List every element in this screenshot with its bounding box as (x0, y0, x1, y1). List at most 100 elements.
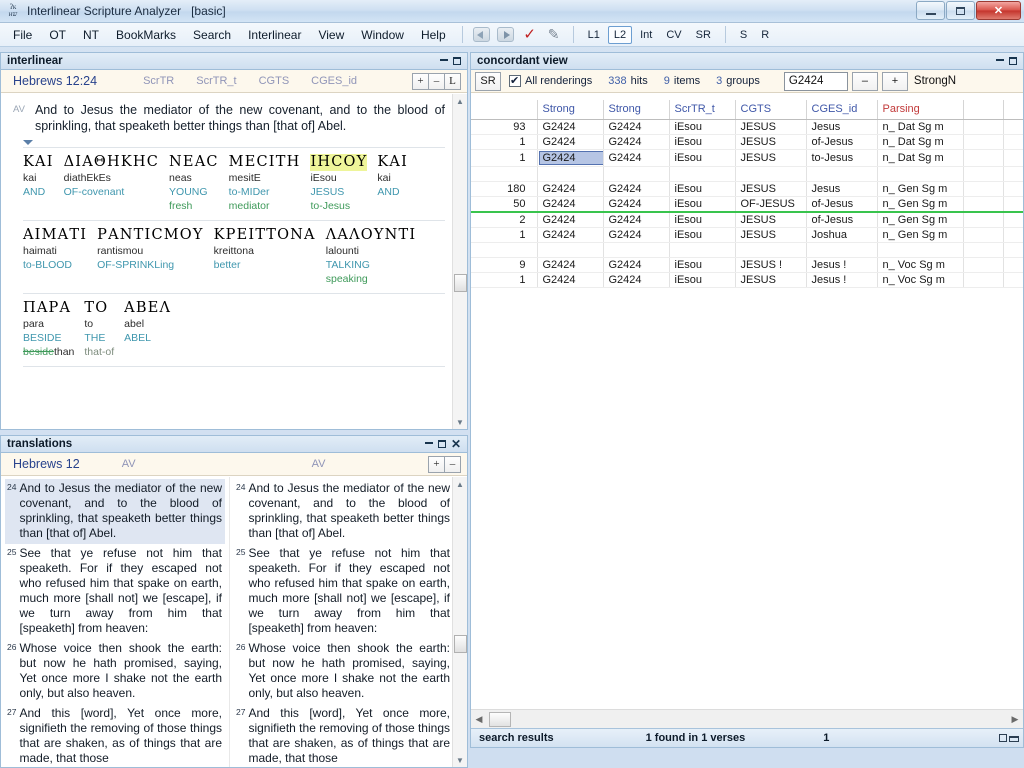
col-scrtr-t[interactable]: ScrTR_t (196, 75, 236, 87)
header-extra-1[interactable] (963, 100, 1004, 120)
scroll-thumb[interactable] (454, 635, 467, 653)
interlinear-word[interactable]: ΡΑΝΤΙСΜΟΥ rantismou OF-SPRINKLing (97, 227, 212, 286)
cell-strong-1-selected[interactable]: G2424 (537, 149, 604, 167)
interlinear-word[interactable]: ΑΙΜΑΤΙ haimati to-BLOOD (23, 227, 95, 286)
toggle-l2[interactable]: L2 (607, 25, 633, 44)
interlinear-plus-button[interactable]: + (412, 72, 429, 90)
scroll-down-icon[interactable]: ▼ (453, 753, 467, 767)
menu-bookmarks[interactable]: BookMarks (108, 25, 184, 45)
toggle-sr[interactable]: SR (690, 26, 717, 44)
scroll-right-icon[interactable]: ▶ (1007, 711, 1023, 728)
table-row[interactable]: 1 G2424 G2424 iEsou JESUS Jesus ! n_ Voc… (471, 272, 1023, 288)
scroll-up-icon[interactable]: ▲ (453, 94, 467, 108)
interlinear-word[interactable]: ΚΑΙ kai AND (377, 154, 416, 213)
resize-grip-icon[interactable] (999, 734, 1023, 742)
verse-row[interactable]: 25 See that ye refuse not him that speak… (5, 544, 225, 639)
interlinear-word-selected[interactable]: ΙΗСΟΥ iEsou JESUS to-Jesus (310, 154, 375, 213)
translations-vertical-scrollbar[interactable]: ▲ ▼ (452, 477, 467, 767)
concordant-horizontal-scrollbar[interactable]: ◀ ▶ (471, 709, 1023, 728)
header-count[interactable] (471, 100, 538, 120)
verse-row[interactable]: 26 Whose voice then shook the earth: but… (5, 639, 225, 704)
table-row[interactable]: 93 G2424 G2424 iEsou JESUS Jesus n_ Dat … (471, 119, 1023, 135)
table-row[interactable]: 1 G2424 G2424 iEsou JESUS Joshua n_ Gen … (471, 227, 1023, 243)
menu-help[interactable]: Help (413, 25, 454, 45)
scroll-thumb[interactable] (489, 711, 511, 727)
collapse-arrow-icon[interactable] (23, 140, 33, 145)
col-cgts[interactable]: CGTS (259, 75, 290, 87)
interlinear-word[interactable]: ΝΕΑС neas YOUNG fresh (169, 154, 227, 213)
pencil-icon[interactable]: ✎ (544, 26, 564, 44)
header-strong-1[interactable]: Strong (537, 100, 604, 120)
col-cges-id[interactable]: CGES_id (311, 75, 357, 87)
interlinear-word[interactable]: ΜΕСΙΤΗ mesitE to-MIDer mediator (229, 154, 309, 213)
translations-close-icon[interactable]: ✕ (451, 438, 461, 450)
check-icon[interactable]: ✓ (520, 26, 540, 44)
table-row[interactable]: 2 G2424 G2424 iEsou JESUS of-Jesus n_ Ge… (471, 211, 1023, 228)
interlinear-word[interactable]: ΤΟ to THE that-of (84, 300, 122, 359)
scroll-up-icon[interactable]: ▲ (453, 477, 467, 491)
table-row-selected[interactable]: 1 G2424 G2424 iEsou JESUS to-Jesus n_ Da… (471, 149, 1023, 167)
translations-version-left[interactable]: AV (122, 458, 136, 470)
scroll-left-icon[interactable]: ◀ (471, 711, 487, 728)
menu-interlinear[interactable]: Interlinear (240, 25, 309, 45)
verse-row[interactable]: 25 See that ye refuse not him that speak… (234, 544, 453, 639)
interlinear-word[interactable]: ΛΑΛΟΥΝΤΙ lalounti TALKING speaking (326, 227, 425, 286)
menu-view[interactable]: View (310, 25, 352, 45)
verse-row[interactable]: 24 And to Jesus the mediator of the new … (234, 479, 453, 544)
interlinear-word[interactable]: ΠΑΡΑ para BESIDE besidethan (23, 300, 82, 359)
toggle-r[interactable]: R (755, 26, 775, 44)
scroll-thumb[interactable] (454, 274, 467, 292)
toggle-cv[interactable]: CV (660, 26, 687, 44)
header-scrtr-t[interactable]: ScrTR_t (669, 100, 736, 120)
table-row[interactable]: 180 G2424 G2424 iEsou JESUS Jesus n_ Gen… (471, 181, 1023, 197)
verse-row[interactable]: 27 And this [word], Yet once more, signi… (234, 704, 453, 767)
interlinear-minus-button[interactable]: – (428, 72, 445, 90)
header-cgts[interactable]: CGTS (735, 100, 807, 120)
toggle-l1[interactable]: L1 (582, 26, 606, 44)
verse-row[interactable]: 27 And this [word], Yet once more, signi… (5, 704, 225, 767)
translations-maximize-icon[interactable] (437, 440, 446, 448)
minimize-button[interactable] (916, 1, 945, 20)
interlinear-word[interactable]: ΔΙΑΘΗΚΗС diathEkEs OF-covenant (64, 154, 167, 213)
strong-increment-button[interactable]: + (881, 71, 908, 91)
strong-decrement-button[interactable]: – (851, 71, 878, 91)
interlinear-maximize-icon[interactable] (453, 57, 461, 65)
table-row[interactable]: 1 G2424 G2424 iEsou JESUS of-Jesus n_ Da… (471, 134, 1023, 150)
col-scrtr[interactable]: ScrTR (143, 75, 174, 87)
back-arrow-icon[interactable] (472, 26, 492, 44)
close-button[interactable]: ✕ (976, 1, 1021, 20)
forward-arrow-icon[interactable] (496, 26, 516, 44)
concordant-maximize-icon[interactable] (1009, 57, 1017, 65)
verse-row[interactable]: 24 And to Jesus the mediator of the new … (5, 479, 225, 544)
menu-ot[interactable]: OT (41, 25, 74, 45)
menu-window[interactable]: Window (353, 25, 412, 45)
header-parsing[interactable]: Parsing (877, 100, 964, 120)
strong-number-input[interactable]: G2424 (783, 71, 848, 91)
header-extra-2[interactable] (1003, 100, 1023, 120)
toggle-s[interactable]: S (734, 26, 753, 44)
interlinear-vertical-scrollbar[interactable]: ▲ ▼ (452, 94, 467, 429)
table-row[interactable]: 50 G2424 G2424 iEsou OF-JESUS of-Jesus n… (471, 196, 1023, 213)
table-row[interactable]: 9 G2424 G2424 iEsou JESUS ! Jesus ! n_ V… (471, 257, 1023, 273)
sr-button[interactable]: SR (475, 71, 501, 91)
translations-plus-button[interactable]: + (428, 455, 445, 473)
translations-version-right[interactable]: AV (312, 458, 326, 470)
interlinear-reference[interactable]: Hebrews 12:24 (1, 74, 97, 88)
menu-nt[interactable]: NT (75, 25, 107, 45)
menu-search[interactable]: Search (185, 25, 239, 45)
translations-reference[interactable]: Hebrews 12 (1, 457, 80, 471)
header-strong-2[interactable]: Strong (603, 100, 670, 120)
toggle-int[interactable]: Int (634, 26, 658, 44)
maximize-button[interactable] (946, 1, 975, 20)
header-cges-id[interactable]: CGES_id (806, 100, 878, 120)
menu-file[interactable]: File (5, 25, 40, 45)
translations-minus-button[interactable]: – (444, 455, 461, 473)
interlinear-word[interactable]: ΚΡΕΙΤΤΟΝΑ kreittona better (214, 227, 324, 286)
scroll-down-icon[interactable]: ▼ (453, 415, 467, 429)
translations-minimize-icon[interactable] (424, 442, 433, 444)
all-renderings-checkbox[interactable] (509, 74, 521, 87)
verse-row[interactable]: 26 Whose voice then shook the earth: but… (234, 639, 453, 704)
concordant-minimize-icon[interactable] (996, 59, 1004, 61)
interlinear-word[interactable]: ΑΒΕΛ abel ABEL (124, 300, 179, 359)
interlinear-minimize-icon[interactable] (440, 59, 448, 61)
